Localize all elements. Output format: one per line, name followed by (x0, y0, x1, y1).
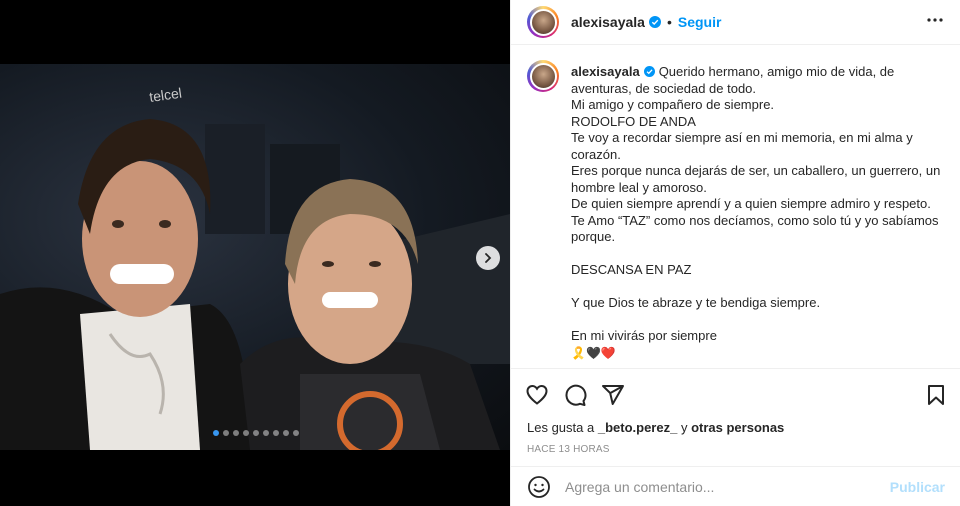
post-timestamp[interactable]: HACE 13 HORAS (527, 444, 610, 455)
bookmark-icon (928, 384, 944, 405)
save-button[interactable] (925, 384, 947, 406)
smiley-icon (528, 475, 550, 498)
caption-line: En mi vivirás por siempre (571, 328, 717, 343)
heart-icon (526, 384, 548, 405)
like-button[interactable] (525, 383, 549, 407)
avatar-photo (529, 8, 557, 36)
caption-body: Querido hermano, amigo mio de vida, de a… (571, 64, 944, 343)
carousel-dot (243, 430, 249, 436)
carousel-dot (293, 430, 299, 436)
header-username[interactable]: alexisayala (571, 14, 645, 30)
share-button[interactable] (601, 383, 625, 407)
caption-line: Te Amo “TAZ” como nos decíamos, como sol… (571, 212, 939, 245)
caption-line: RODOLFO DE ANDA (571, 113, 696, 129)
post-caption: alexisayala Querido hermano, amigo mio de… (511, 52, 960, 370)
photo-sign-text: telcel (148, 85, 183, 105)
caption-text: alexisayala Querido hermano, amigo mio de… (571, 64, 941, 370)
verified-badge-icon (643, 66, 655, 77)
carousel-dot (213, 430, 219, 436)
chevron-right-icon (485, 253, 492, 263)
likes-connector: y (680, 420, 688, 435)
likes-summary: Les gusta a _beto.perez_ y otras persona… (527, 420, 784, 435)
paper-plane-icon (602, 384, 624, 405)
carousel-dot (223, 430, 229, 436)
carousel-next-button[interactable] (476, 246, 500, 270)
likes-user-link[interactable]: _beto.perez_ (598, 420, 677, 435)
caption-line: Te voy a recordar siempre así en mi memo… (571, 130, 913, 162)
more-options-button[interactable] (925, 10, 945, 35)
carousel-dot (283, 430, 289, 436)
avatar-photo (529, 62, 557, 90)
post-header: alexisayala • Seguir (511, 0, 960, 45)
caption-line: Eres porque nunca dejarás de ser, un cab… (571, 163, 941, 195)
carousel-dot (233, 430, 239, 436)
caption-line: Mi amigo y compañero de siempre. (571, 97, 775, 112)
caption-avatar[interactable] (527, 60, 559, 92)
likes-others-link[interactable]: otras personas (691, 420, 784, 435)
carousel-dots (213, 430, 299, 436)
more-horizontal-icon (927, 17, 943, 22)
comment-bar: Publicar (511, 466, 960, 506)
photo-illustration: telcel (0, 85, 510, 450)
emoji-button[interactable] (527, 475, 551, 499)
caption-line: DESCANSA EN PAZ (571, 262, 692, 277)
action-bar (511, 368, 960, 420)
caption-emojis: 🎗️🖤❤️ (571, 345, 616, 360)
carousel-dot (273, 430, 279, 436)
caption-line: De quien siempre aprendí y a quien siemp… (571, 196, 931, 211)
likes-prefix: Les gusta a (527, 420, 595, 435)
header-separator: • (666, 14, 672, 30)
caption-line: Y que Dios te abraze y te bendiga siempr… (571, 295, 821, 310)
carousel-dot (263, 430, 269, 436)
comment-input[interactable] (563, 477, 890, 496)
caption-username[interactable]: alexisayala (571, 64, 640, 79)
post-media: telcel (0, 0, 510, 506)
verified-badge-icon (648, 16, 661, 28)
post-panel: alexisayala • Seguir alexisayala Querido … (510, 0, 960, 506)
follow-button[interactable]: Seguir (678, 14, 722, 30)
publish-button[interactable]: Publicar (890, 479, 945, 495)
avatar[interactable] (527, 6, 559, 38)
carousel-dot (253, 430, 259, 436)
comment-bubble-icon (565, 384, 587, 406)
post-photo[interactable]: telcel (0, 64, 510, 450)
comment-button[interactable] (563, 383, 587, 407)
